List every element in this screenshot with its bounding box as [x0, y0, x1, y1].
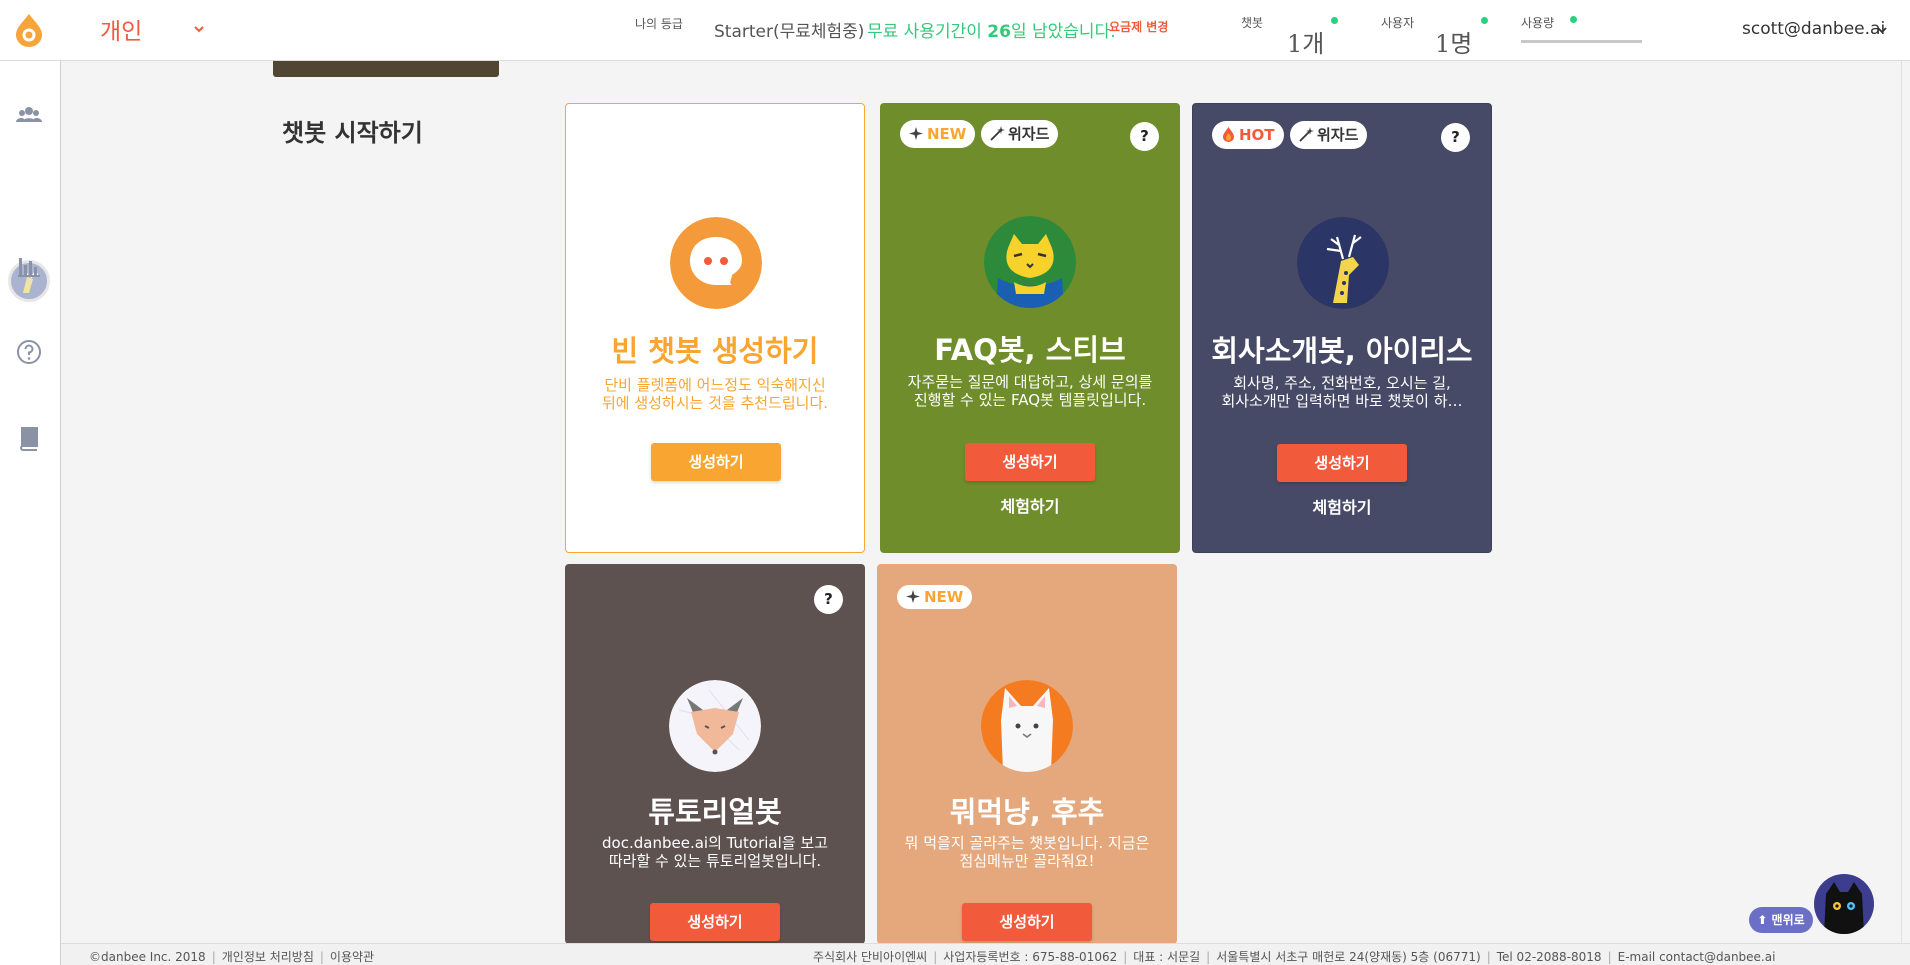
users-count-value: 1명 [1435, 30, 1473, 58]
deer-mascot-icon [1297, 217, 1389, 309]
chevron-down-icon[interactable] [192, 22, 206, 36]
company-tel: Tel 02-2088-8018 [1496, 950, 1602, 964]
copyright: ©danbee Inc. 2018 [89, 950, 206, 964]
card-title: 뭐먹냥, 후추 [949, 795, 1105, 829]
cat-mascot-icon [984, 216, 1076, 308]
chatbot-count-label: 챗봇 [1241, 16, 1264, 30]
chart-icon[interactable] [15, 252, 43, 280]
wizard-badge: 위자드 [1290, 121, 1368, 149]
sparkle-icon [909, 127, 923, 140]
sidebar [0, 61, 61, 965]
blank-chatbot-card[interactable]: 빈 챗봇 생성하기 단비 플렛폼에 어느정도 익숙해지신 뒤에 생성하시는 것을… [565, 103, 865, 553]
black-cat-icon [1824, 882, 1864, 934]
users-icon[interactable] [15, 101, 43, 129]
card-title: 회사소개봇, 아이리스 [1211, 334, 1473, 368]
company-name: 주식회사 단비아이엔씨 [813, 950, 928, 964]
help-button[interactable]: ? [1441, 123, 1470, 152]
trial-remaining-text: 무료 사용기간이 26일 남았습니다. [867, 22, 1116, 42]
book-icon[interactable] [15, 424, 43, 452]
dark-tab [273, 61, 499, 77]
status-dot [1481, 17, 1488, 24]
fire-icon [1223, 127, 1234, 142]
white-cat-mascot-icon [981, 680, 1073, 772]
create-faq-bot-button[interactable]: 생성하기 [965, 443, 1095, 481]
faq-bot-card[interactable]: NEW 위자드 ? FAQ봇, 스티브 자주묻는 질문에 대답하고, 상세 문의… [880, 103, 1180, 553]
try-company-bot-link[interactable]: 체험하기 [1193, 494, 1491, 518]
card-title: 튜토리얼봇 [648, 795, 782, 829]
status-dot [1570, 16, 1577, 23]
terms-link[interactable]: 이용약관 [330, 950, 374, 964]
user-account-menu[interactable]: scott@danbee.ai [1742, 19, 1885, 39]
danbee-logo-icon[interactable] [14, 13, 44, 47]
card-description: 뭐 먹을지 골라주는 챗봇입니다. 지금은 점심메뉴만 골라줘요! [904, 834, 1150, 870]
status-dot [1331, 17, 1338, 24]
footer-company-info: 주식회사 단비아이엔씨 | 사업자등록번호 : 675-88-01062 | 대표 : … [813, 950, 1776, 964]
help-button[interactable]: ? [1130, 122, 1159, 151]
help-button[interactable]: ? [814, 585, 843, 614]
new-badge: NEW [900, 120, 976, 148]
sparkle-icon [906, 590, 920, 603]
workspace-select[interactable]: 개인 [100, 12, 142, 46]
card-title: 빈 챗봇 생성하기 [611, 334, 819, 368]
tutorial-bot-card[interactable]: ? 튜토리얼봇 doc.danbee.ai의 Tutorial을 보고 따라할 … [565, 564, 865, 944]
trial-days: 26 [987, 22, 1011, 42]
card-description: doc.danbee.ai의 Tutorial을 보고 따라할 수 있는 튜토리… [602, 834, 828, 870]
create-tutorial-bot-button[interactable]: 생성하기 [650, 903, 780, 941]
scroll-top-button[interactable]: ⬆ 맨위로 [1749, 907, 1813, 933]
usage-label: 사용량 [1521, 16, 1555, 30]
new-badge: NEW [897, 585, 973, 609]
magic-wand-icon [1299, 127, 1314, 142]
create-company-bot-button[interactable]: 생성하기 [1277, 444, 1407, 482]
ceo-name: 대표 : 서문길 [1133, 950, 1201, 964]
grade-value: Starter(무료체험중) [714, 22, 865, 42]
scrollbar-track[interactable] [1901, 61, 1902, 943]
company-email: E-mail contact@danbee.ai [1617, 950, 1776, 964]
privacy-link[interactable]: 개인정보 처리방침 [222, 950, 314, 964]
footer-links: ©danbee Inc. 2018 | 개인정보 처리방침 | 이용약관 [89, 950, 375, 964]
business-number: 사업자등록번호 : 675-88-01062 [943, 950, 1118, 964]
card-description: 단비 플렛폼에 어느정도 익숙해지신 뒤에 생성하시는 것을 추천드립니다. [601, 376, 829, 412]
usage-bar [1521, 40, 1642, 43]
card-description: 회사명, 주소, 전화번호, 오시는 길, 회사소개만 입력하면 바로 챗봇이 … [1221, 374, 1463, 410]
footer: ©danbee Inc. 2018 | 개인정보 처리방침 | 이용약관 주식회사 단비… [61, 943, 1910, 965]
page-title: 챗봇 시작하기 [282, 119, 423, 147]
company-address: 서울특별시 서초구 매헌로 24(양재동) 5층 (06771) [1216, 950, 1481, 964]
chatbot-launcher-button[interactable] [1814, 874, 1874, 934]
chevron-down-icon[interactable] [1876, 24, 1888, 36]
card-title: FAQ봇, 스티브 [934, 333, 1126, 367]
users-count-label: 사용자 [1381, 16, 1415, 30]
food-bot-card[interactable]: NEW 뭐먹냥, 후추 뭐 먹을지 골라주는 챗봇입니다. 지금은 점심메뉴만 … [877, 564, 1177, 944]
chat-bubble-icon [670, 217, 762, 309]
company-intro-bot-card[interactable]: HOT 위자드 ? 회사소개봇, 아이리스 회사명, 주소, 전화번호, 오시는… [1192, 103, 1492, 553]
help-icon[interactable] [15, 338, 43, 366]
fox-mascot-icon [669, 680, 761, 772]
chatbot-count-value: 1개 [1287, 30, 1325, 58]
plan-change-link[interactable]: 요금제 변경 [1109, 18, 1168, 35]
card-description: 자주묻는 질문에 대답하고, 상세 문의를 진행할 수 있는 FAQ봇 템플릿입… [907, 373, 1153, 409]
magic-wand-icon [990, 126, 1005, 141]
hot-badge: HOT [1212, 121, 1284, 149]
wizard-badge: 위자드 [981, 120, 1059, 148]
grade-label: 나의 등급 [635, 17, 683, 31]
create-blank-chatbot-button[interactable]: 생성하기 [651, 443, 781, 481]
top-bar: 개인 나의 등급 Starter(무료체험중) 무료 사용기간이 26일 남았습… [0, 0, 1910, 61]
create-food-bot-button[interactable]: 생성하기 [962, 903, 1092, 941]
try-faq-bot-link[interactable]: 체험하기 [880, 493, 1180, 517]
